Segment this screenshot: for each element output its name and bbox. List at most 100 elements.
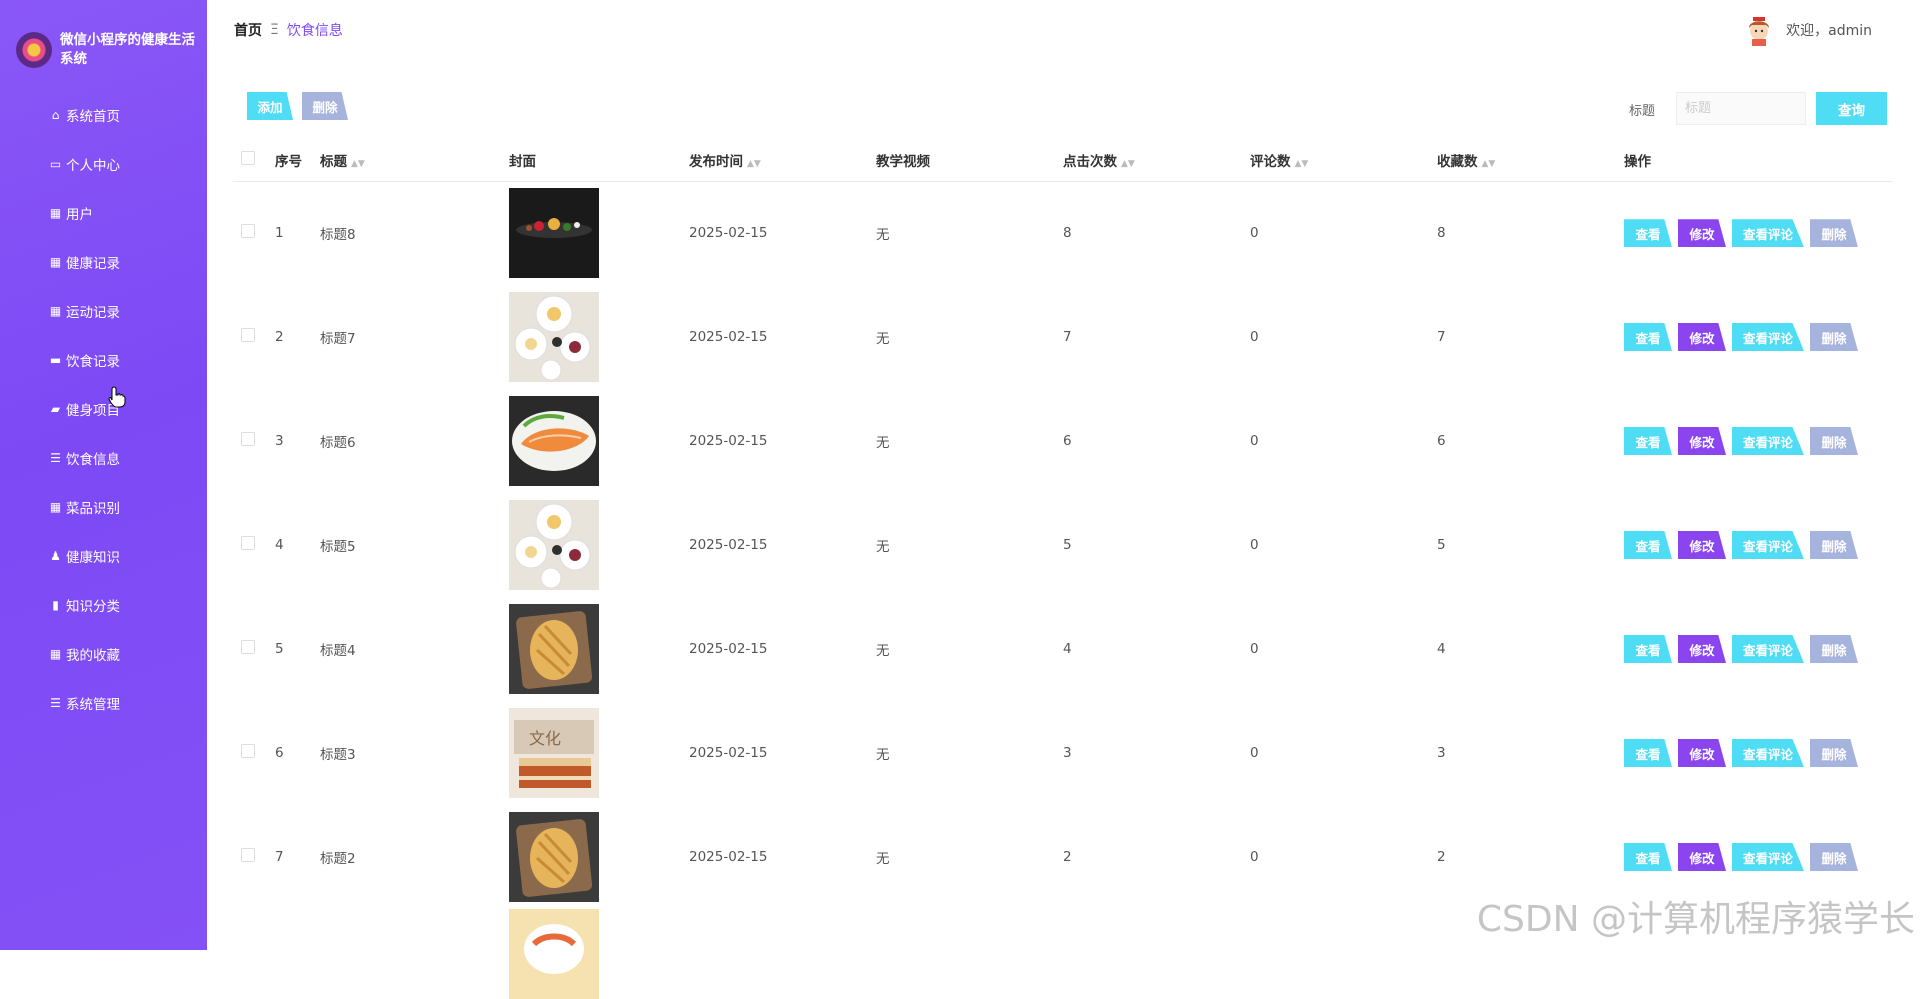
delete-button[interactable]: 删除: [302, 92, 348, 120]
sidebar-item-fitness-projects[interactable]: ▰健身项目: [0, 384, 207, 433]
sort-icon: ▲▼: [1295, 159, 1309, 169]
row-comments: 0: [1250, 389, 1437, 493]
sidebar-item-knowledge-category[interactable]: ▮知识分类: [0, 580, 207, 629]
sidebar-item-exercise-records[interactable]: ▦运动记录: [0, 286, 207, 335]
row-clicks: 7: [1063, 285, 1250, 389]
table-row: 4 标题5 2025-02-15 无 5 0 5 查看 修改 查看评论 删除: [233, 493, 1893, 597]
sidebar-item-diet-info[interactable]: ☰饮食信息: [0, 433, 207, 482]
view-button[interactable]: 查看: [1624, 427, 1672, 455]
list-icon: ☰: [48, 696, 63, 710]
row-delete-button[interactable]: 删除: [1810, 427, 1858, 455]
row-checkbox[interactable]: [241, 640, 255, 654]
add-button[interactable]: 添加: [247, 92, 293, 120]
edit-button[interactable]: 修改: [1678, 323, 1726, 351]
view-button[interactable]: 查看: [1624, 531, 1672, 559]
search-input[interactable]: [1676, 92, 1806, 125]
breadcrumb: 首页 Ξ 饮食信息: [234, 20, 343, 40]
select-all-checkbox[interactable]: [241, 151, 255, 165]
row-checkbox[interactable]: [241, 432, 255, 446]
row-delete-button[interactable]: 删除: [1810, 739, 1858, 767]
header-comments[interactable]: 评论数▲▼: [1250, 139, 1437, 181]
row-title: 标题3: [320, 701, 509, 805]
row-index: 6: [275, 701, 320, 805]
row-cover-cell: [509, 181, 689, 285]
row-video: 无: [876, 181, 1063, 285]
row-video: 无: [876, 389, 1063, 493]
header-clicks[interactable]: 点击次数▲▼: [1063, 139, 1250, 181]
cover-image: [509, 500, 599, 590]
edit-button[interactable]: 修改: [1678, 427, 1726, 455]
row-video: 无: [876, 493, 1063, 597]
row-delete-button[interactable]: 删除: [1810, 219, 1858, 247]
row-index: 4: [275, 493, 320, 597]
row-checkbox[interactable]: [241, 848, 255, 862]
view-comments-button[interactable]: 查看评论: [1732, 739, 1804, 767]
cover-image: [509, 909, 599, 999]
header-title-label: 标题: [320, 154, 347, 170]
watermark: CSDN @计算机程序猿学长: [1477, 890, 1915, 942]
sidebar-item-profile[interactable]: ▭个人中心: [0, 139, 207, 188]
edit-button[interactable]: 修改: [1678, 843, 1726, 871]
edit-button[interactable]: 修改: [1678, 531, 1726, 559]
row-video: 无: [876, 285, 1063, 389]
edit-button[interactable]: 修改: [1678, 739, 1726, 767]
row-cover-cell: [509, 805, 689, 909]
header-title[interactable]: 标题▲▼: [320, 139, 509, 181]
view-comments-button[interactable]: 查看评论: [1732, 635, 1804, 663]
header-publish-time[interactable]: 发布时间▲▼: [689, 139, 876, 181]
table-body: 1 标题8 2025-02-15 无 8 0 8 查看 修改 查看评论 删除 2…: [233, 181, 1893, 999]
row-delete-button[interactable]: 删除: [1810, 531, 1858, 559]
view-button[interactable]: 查看: [1624, 323, 1672, 351]
row-checkbox-cell: [233, 805, 275, 909]
row-comments: 0: [1250, 805, 1437, 909]
view-comments-button[interactable]: 查看评论: [1732, 219, 1804, 247]
header-favorites[interactable]: 收藏数▲▼: [1437, 139, 1624, 181]
row-checkbox[interactable]: [241, 744, 255, 758]
row-delete-button[interactable]: 删除: [1810, 843, 1858, 871]
home-icon: ⌂: [48, 108, 63, 122]
avatar[interactable]: [1744, 14, 1774, 46]
edit-button[interactable]: 修改: [1678, 219, 1726, 247]
sidebar-item-users[interactable]: ▦用户: [0, 188, 207, 237]
view-button[interactable]: 查看: [1624, 219, 1672, 247]
view-comments-button[interactable]: 查看评论: [1732, 843, 1804, 871]
edit-button[interactable]: 修改: [1678, 635, 1726, 663]
row-delete-button[interactable]: 删除: [1810, 635, 1858, 663]
sidebar-item-system-management[interactable]: ☰系统管理: [0, 678, 207, 727]
sidebar-item-home[interactable]: ⌂系统首页: [0, 90, 207, 139]
view-comments-button[interactable]: 查看评论: [1732, 323, 1804, 351]
row-publish-time: 2025-02-15: [689, 493, 876, 597]
breadcrumb-home[interactable]: 首页: [234, 20, 262, 40]
row-delete-button[interactable]: 删除: [1810, 323, 1858, 351]
view-comments-button[interactable]: 查看评论: [1732, 427, 1804, 455]
sidebar-item-health-knowledge[interactable]: ♟健康知识: [0, 531, 207, 580]
row-publish-time: 2025-02-15: [689, 597, 876, 701]
view-button[interactable]: 查看: [1624, 739, 1672, 767]
row-checkbox[interactable]: [241, 536, 255, 550]
app-logo-icon: [16, 32, 52, 68]
sidebar-item-favorites[interactable]: ▦我的收藏: [0, 629, 207, 678]
row-actions: 查看 修改 查看评论 删除: [1624, 285, 1893, 389]
list-icon: ☰: [48, 451, 63, 465]
row-title: [320, 909, 509, 999]
row-checkbox-cell: [233, 285, 275, 389]
query-button[interactable]: 查询: [1816, 92, 1887, 125]
sort-icon: ▲▼: [1121, 159, 1135, 169]
sidebar-item-diet-records[interactable]: ▬饮食记录: [0, 335, 207, 384]
table-header-row: 序号 标题▲▼ 封面 发布时间▲▼ 教学视频 点击次数▲▼ 评论数▲▼ 收藏数▲…: [233, 139, 1893, 181]
row-clicks: 8: [1063, 181, 1250, 285]
row-publish-time: 2025-02-15: [689, 389, 876, 493]
header-actions: 操作: [1624, 139, 1893, 181]
table-row: 3 标题6 2025-02-15 无 6 0 6 查看 修改 查看评论 删除: [233, 389, 1893, 493]
sidebar-item-health-records[interactable]: ▦健康记录: [0, 237, 207, 286]
row-checkbox[interactable]: [241, 328, 255, 342]
row-cover-cell: [509, 389, 689, 493]
view-button[interactable]: 查看: [1624, 635, 1672, 663]
sidebar-item-dish-recognition[interactable]: ▦菜品识别: [0, 482, 207, 531]
view-comments-button[interactable]: 查看评论: [1732, 531, 1804, 559]
view-button[interactable]: 查看: [1624, 843, 1672, 871]
row-cover-cell: 文化: [509, 701, 689, 805]
sort-icon: ▲▼: [1482, 159, 1496, 169]
monitor-icon: ▬: [48, 353, 63, 367]
row-checkbox[interactable]: [241, 224, 255, 238]
